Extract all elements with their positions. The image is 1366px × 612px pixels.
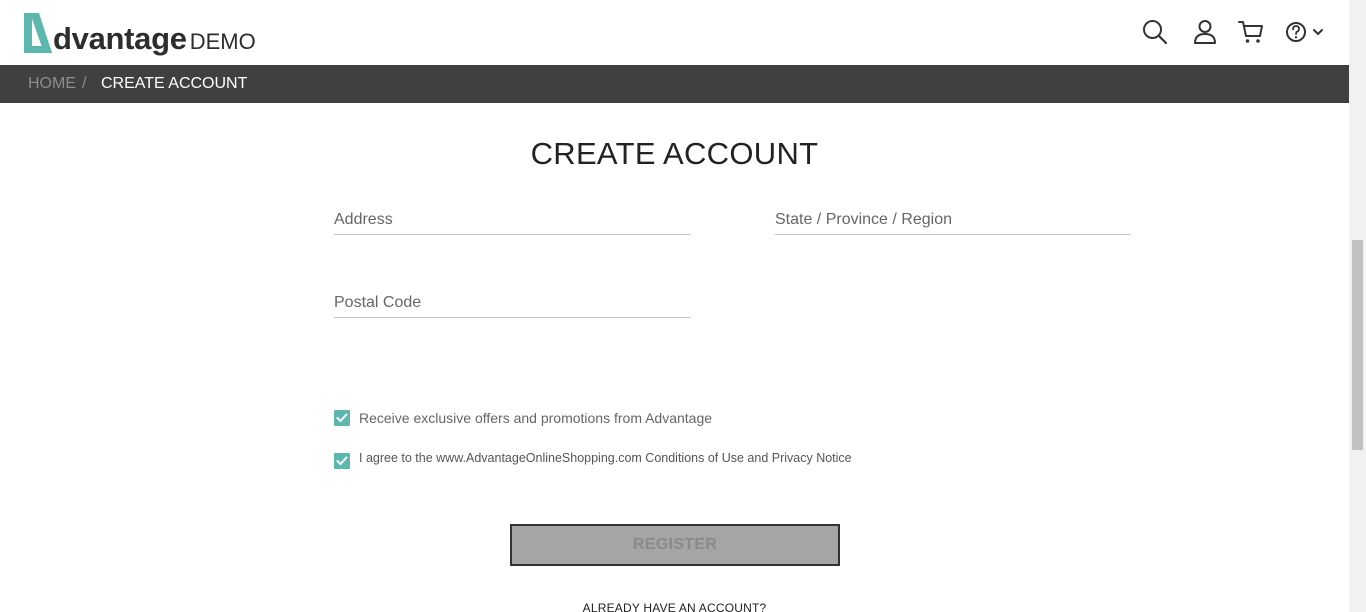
already-have-account-link[interactable]: ALREADY HAVE AN ACCOUNT?	[0, 601, 1349, 612]
agree-label[interactable]: I agree to the www.AdvantageOnlineShoppi…	[359, 451, 852, 465]
agree-row: I agree to the www.AdvantageOnlineShoppi…	[334, 447, 852, 469]
chevron-down-icon	[1313, 29, 1323, 35]
help-menu[interactable]	[1284, 18, 1328, 46]
state-field[interactable]	[775, 205, 1131, 235]
offers-checkbox[interactable]	[334, 410, 350, 426]
checkmark-icon	[336, 413, 348, 422]
search-icon[interactable]	[1141, 18, 1169, 46]
breadcrumb-home-link[interactable]: HOME	[28, 75, 76, 93]
page-title: CREATE ACCOUNT	[530, 136, 819, 171]
logo-mark-icon	[22, 11, 54, 55]
scrollbar-thumb[interactable]	[1352, 240, 1363, 450]
logo[interactable]: dvantage DEMO	[22, 9, 256, 55]
agree-checkbox[interactable]	[334, 453, 350, 469]
help-icon	[1286, 22, 1306, 42]
logo-demo-text: DEMO	[189, 29, 256, 54]
logo-text: dvantage	[53, 21, 187, 56]
breadcrumb-current: CREATE ACCOUNT	[101, 75, 248, 92]
checkmark-icon	[336, 456, 348, 465]
offers-label: Receive exclusive offers and promotions …	[359, 410, 713, 426]
offers-row: Receive exclusive offers and promotions …	[334, 410, 712, 426]
register-button[interactable]: REGISTER	[510, 524, 840, 566]
postal-code-input[interactable]	[334, 288, 691, 317]
state-input[interactable]	[775, 205, 1131, 234]
breadcrumb-separator: /	[82, 75, 87, 92]
breadcrumb: HOME / CREATE ACCOUNT	[0, 65, 1349, 103]
user-icon[interactable]	[1191, 18, 1219, 46]
cart-icon[interactable]	[1237, 18, 1265, 46]
site-header: dvantage DEMO	[0, 0, 1349, 65]
address-field[interactable]	[334, 205, 691, 235]
address-input[interactable]	[334, 205, 691, 234]
postal-code-field[interactable]	[334, 288, 691, 318]
